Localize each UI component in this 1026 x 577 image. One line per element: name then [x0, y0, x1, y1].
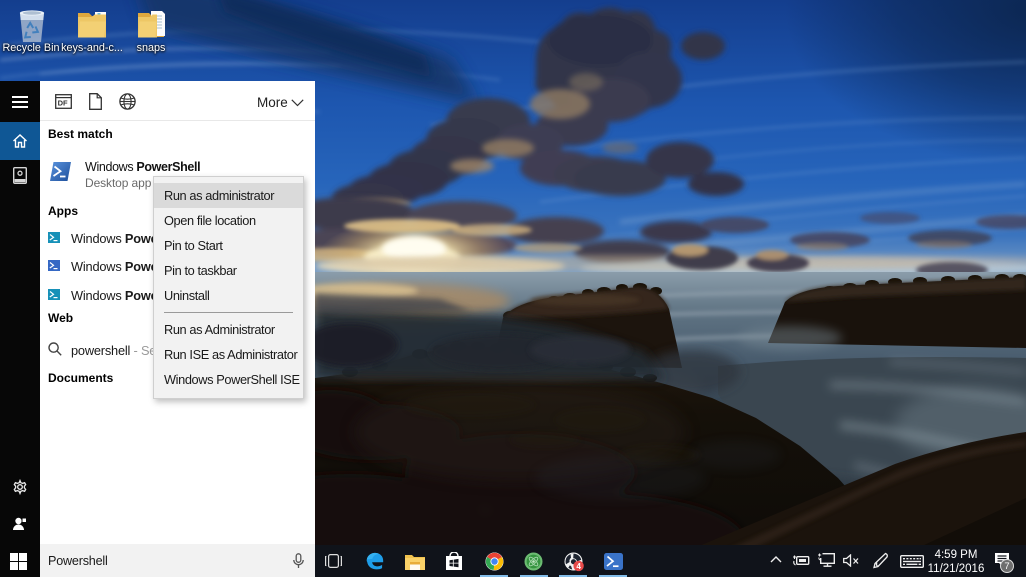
svg-text:4: 4	[576, 562, 581, 571]
svg-text:DF: DF	[58, 98, 68, 107]
